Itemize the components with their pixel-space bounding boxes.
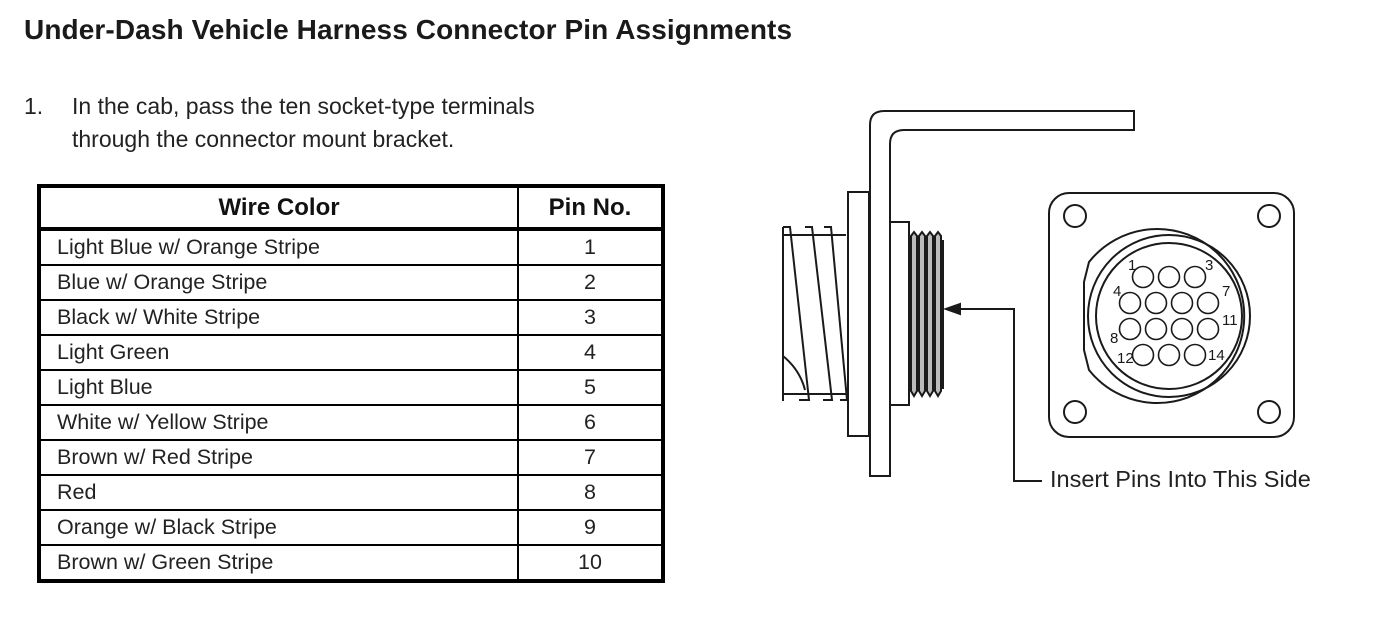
- table-row: Black w/ White Stripe 3: [38, 299, 664, 336]
- inner-ring: [1095, 242, 1243, 390]
- wire-color-cell: White w/ Yellow Stripe: [38, 404, 519, 441]
- pin-number-cell: 7: [517, 439, 664, 476]
- table-row: White w/ Yellow Stripe 6: [38, 404, 664, 441]
- step-text: In the cab, pass the ten socket-type ter…: [72, 90, 672, 156]
- pin-sockets: [1118, 265, 1220, 367]
- pin-label-11: 11: [1222, 312, 1238, 329]
- pin-socket: [1157, 343, 1181, 367]
- pin-socket: [1196, 317, 1220, 341]
- pin-label-12: 12: [1117, 350, 1134, 367]
- pin-socket: [1183, 343, 1207, 367]
- pin-label-8: 8: [1110, 330, 1118, 347]
- pin-socket: [1118, 291, 1142, 315]
- pin-label-7: 7: [1222, 283, 1230, 300]
- mount-hole: [1257, 400, 1281, 424]
- table-row: Light Blue w/ Orange Stripe 1: [38, 228, 664, 266]
- pin-number-cell: 2: [517, 264, 664, 301]
- pin-socket: [1183, 265, 1207, 289]
- pin-socket: [1144, 291, 1168, 315]
- wire-color-cell: Brown w/ Red Stripe: [38, 439, 519, 476]
- pin-socket: [1170, 317, 1194, 341]
- step-number: 1.: [24, 93, 44, 119]
- table-row: Brown w/ Green Stripe 10: [38, 544, 664, 582]
- table-row: Light Green 4: [38, 334, 664, 371]
- wire-color-cell: Black w/ White Stripe: [38, 299, 519, 336]
- wire-color-cell: Red: [38, 474, 519, 511]
- table-row: Red 8: [38, 474, 664, 511]
- callout-leader-line: [960, 308, 1042, 482]
- pin-socket: [1144, 317, 1168, 341]
- pin-assignment-table: Wire Color Pin No. Light Blue w/ Orange …: [37, 184, 665, 583]
- header-pin-no: Pin No.: [517, 185, 664, 231]
- pin-number-cell: 4: [517, 334, 664, 371]
- wire-color-cell: Light Blue: [38, 369, 519, 406]
- table-row: Light Blue 5: [38, 369, 664, 406]
- pin-label-3: 3: [1205, 257, 1213, 274]
- front-thread: [908, 230, 944, 398]
- step-text-line-2: through the connector mount bracket.: [72, 126, 455, 152]
- pin-label-4: 4: [1113, 283, 1121, 300]
- front-nut: [889, 221, 910, 406]
- header-wire-color: Wire Color: [38, 185, 519, 231]
- table-row: Orange w/ Black Stripe 9: [38, 509, 664, 546]
- arrow-head-icon: [943, 302, 961, 316]
- pin-number-cell: 9: [517, 509, 664, 546]
- wire-color-cell: Light Blue w/ Orange Stripe: [38, 228, 519, 266]
- pin-number-cell: 5: [517, 369, 664, 406]
- outer-ring: [1083, 228, 1246, 404]
- rear-threaded-body: [782, 226, 849, 401]
- pin-labels: 1 3 4 7 11 8 12 14: [1110, 257, 1238, 367]
- pin-socket: [1157, 265, 1181, 289]
- wire-color-cell: Brown w/ Green Stripe: [38, 544, 519, 582]
- pin-label-14: 14: [1208, 347, 1225, 364]
- table-header-row: Wire Color Pin No.: [38, 185, 664, 231]
- mount-hole: [1063, 204, 1087, 228]
- connector-diagram: 1 3 4 7 11 8 12 14: [782, 110, 1295, 482]
- pin-socket: [1118, 317, 1142, 341]
- wire-color-cell: Blue w/ Orange Stripe: [38, 264, 519, 301]
- pin-number-cell: 8: [517, 474, 664, 511]
- table-row: Blue w/ Orange Stripe 2: [38, 264, 664, 301]
- pin-label-1: 1: [1128, 257, 1136, 274]
- pin-number-cell: 3: [517, 299, 664, 336]
- insert-pins-callout: Insert Pins Into This Side: [1050, 466, 1311, 492]
- wire-color-cell: Orange w/ Black Stripe: [38, 509, 519, 546]
- rear-flange: [847, 191, 870, 437]
- page-title: Under-Dash Vehicle Harness Connector Pin…: [24, 14, 793, 45]
- pin-socket: [1196, 291, 1220, 315]
- mount-hole: [1063, 400, 1087, 424]
- pin-number-cell: 6: [517, 404, 664, 441]
- mount-hole: [1257, 204, 1281, 228]
- pin-number-cell: 10: [517, 544, 664, 582]
- step-text-line-1: In the cab, pass the ten socket-type ter…: [72, 93, 535, 119]
- wire-color-cell: Light Green: [38, 334, 519, 371]
- pin-socket: [1131, 343, 1155, 367]
- pin-number-cell: 1: [517, 228, 664, 266]
- table-row: Brown w/ Red Stripe 7: [38, 439, 664, 476]
- pin-socket: [1170, 291, 1194, 315]
